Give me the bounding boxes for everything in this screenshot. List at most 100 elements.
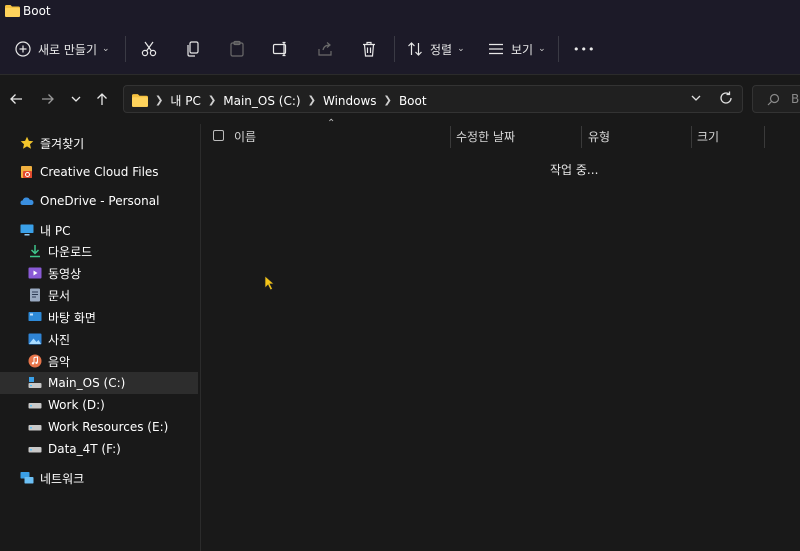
up-button[interactable] <box>92 89 112 109</box>
folder-icon <box>5 5 20 17</box>
sidebar-item-favorites[interactable]: 즐겨찾기 <box>20 132 84 154</box>
view-label: 보기 <box>511 42 534 57</box>
select-all-checkbox[interactable] <box>213 130 224 141</box>
chevron-down-icon <box>71 96 81 102</box>
sidebar-item-data-4t-f[interactable]: Data_4T (F:) <box>28 438 121 460</box>
chevron-down-icon: ⌄ <box>457 44 465 54</box>
pictures-icon <box>28 333 42 345</box>
rename-icon <box>272 41 287 57</box>
sidebar-item-documents[interactable]: 문서 <box>28 284 70 306</box>
new-label: 새로 만들기 <box>38 42 98 57</box>
column-header-size[interactable]: 크기 <box>697 124 757 148</box>
arrow-up-icon <box>97 93 107 105</box>
document-icon <box>30 288 40 302</box>
view-list-icon <box>489 43 503 55</box>
plus-circle-icon <box>15 41 31 57</box>
address-history-icon[interactable] <box>690 92 702 104</box>
chevron-down-icon: ⌄ <box>538 44 546 54</box>
sort-button[interactable]: 정렬 ⌄ <box>406 24 465 74</box>
sidebar-item-label: 네트워크 <box>40 471 85 486</box>
copy-button[interactable] <box>184 24 202 74</box>
sidebar-item-label: Data_4T (F:) <box>48 442 121 456</box>
sidebar-item-videos[interactable]: 동영상 <box>28 262 81 284</box>
column-header-type[interactable]: 유형 <box>588 124 688 148</box>
arrow-left-icon <box>10 94 22 104</box>
crumb-main-os[interactable]: Main_OS (C:) <box>223 94 300 108</box>
sidebar-item-downloads[interactable]: 다운로드 <box>28 240 92 262</box>
creative-cloud-icon <box>21 166 32 178</box>
view-button[interactable]: 보기 ⌄ <box>487 24 546 74</box>
crumb-my-pc[interactable]: 내 PC <box>170 92 200 109</box>
mouse-cursor-icon <box>264 275 275 291</box>
delete-button[interactable] <box>360 24 378 74</box>
sidebar-item-pictures[interactable]: 사진 <box>28 328 70 350</box>
pc-icon <box>20 224 34 236</box>
desktop-icon <box>28 312 42 321</box>
copy-icon <box>187 41 199 57</box>
more-options-button[interactable]: ••• <box>573 24 595 74</box>
chevron-down-icon: ⌄ <box>102 44 110 54</box>
address-bar[interactable]: ❯ 내 PC ❯ Main_OS (C:) ❯ Windows ❯ Boot <box>123 85 743 113</box>
column-divider[interactable] <box>691 126 692 148</box>
sidebar-item-network[interactable]: 네트워크 <box>20 467 84 489</box>
sidebar-item-label: 바탕 화면 <box>48 310 96 325</box>
chevron-right-icon: ❯ <box>307 95 316 106</box>
column-header-modified[interactable]: 수정한 날짜 <box>456 124 581 148</box>
drive-icon <box>28 447 42 453</box>
sidebar-item-label: 문서 <box>48 288 71 303</box>
trash-icon <box>363 41 375 57</box>
command-bar: 새로 만들기 ⌄ 정렬 ⌄ 보기 ⌄ ••• <box>0 24 800 75</box>
toolbar-divider <box>125 36 126 62</box>
window-title: Boot <box>23 4 51 18</box>
crumb-windows[interactable]: Windows <box>323 94 377 108</box>
sidebar-item-onedrive[interactable]: OneDrive - Personal <box>20 190 159 212</box>
drive-icon <box>28 425 42 431</box>
crumb-boot[interactable]: Boot <box>399 94 427 108</box>
drive-icon <box>28 403 42 409</box>
file-list: ⌃ 이름 수정한 날짜 유형 크기 작업 중... <box>201 118 800 551</box>
column-divider[interactable] <box>450 126 451 148</box>
search-icon <box>767 93 780 106</box>
search-box[interactable]: Bo <box>752 85 800 113</box>
refresh-icon[interactable] <box>718 90 734 106</box>
sidebar-item-label: 내 PC <box>40 223 71 238</box>
column-divider[interactable] <box>581 126 582 148</box>
paste-icon <box>230 40 244 57</box>
breadcrumb: ❯ 내 PC ❯ Main_OS (C:) ❯ Windows ❯ Boot <box>132 92 427 109</box>
sidebar-item-creative-cloud[interactable]: Creative Cloud Files <box>20 161 159 183</box>
recent-locations-button[interactable] <box>66 89 86 109</box>
sidebar-item-label: 동영상 <box>48 266 82 281</box>
toolbar-divider <box>394 36 395 62</box>
sidebar-item-work-d[interactable]: Work (D:) <box>28 394 105 416</box>
sidebar-item-label: 다운로드 <box>48 244 93 259</box>
sidebar-item-my-pc[interactable]: 내 PC <box>20 219 70 241</box>
column-header-label: 유형 <box>588 129 611 144</box>
column-header-name[interactable]: 이름 <box>234 124 449 148</box>
search-input[interactable]: Bo <box>791 92 800 106</box>
toolbar-divider <box>558 36 559 62</box>
column-divider[interactable] <box>764 126 765 148</box>
sort-arrows-icon <box>408 42 422 56</box>
back-button[interactable] <box>6 89 26 109</box>
chevron-right-icon: ❯ <box>383 95 392 106</box>
star-icon <box>20 136 34 149</box>
forward-button[interactable] <box>38 89 58 109</box>
sidebar-item-label: OneDrive - Personal <box>40 194 160 208</box>
onedrive-cloud-icon <box>20 197 34 205</box>
rename-button[interactable] <box>272 24 290 74</box>
sidebar-item-work-resources-e[interactable]: Work Resources (E:) <box>28 416 168 438</box>
paste-button[interactable] <box>228 24 246 74</box>
os-drive-icon <box>28 377 42 388</box>
cut-button[interactable] <box>140 24 158 74</box>
sidebar-item-main-os[interactable]: Main_OS (C:) <box>0 372 198 394</box>
sidebar-item-music[interactable]: 음악 <box>28 350 70 372</box>
sidebar-item-label: Work (D:) <box>48 398 105 412</box>
share-button[interactable] <box>316 24 334 74</box>
folder-icon <box>132 94 148 107</box>
sort-label: 정렬 <box>430 42 453 57</box>
sidebar-item-label: Creative Cloud Files <box>40 165 159 179</box>
new-button[interactable]: 새로 만들기 ⌄ <box>14 24 110 74</box>
loading-status: 작업 중... <box>550 163 599 177</box>
sidebar-item-desktop[interactable]: 바탕 화면 <box>28 306 96 328</box>
column-header-label: 수정한 날짜 <box>456 129 516 144</box>
